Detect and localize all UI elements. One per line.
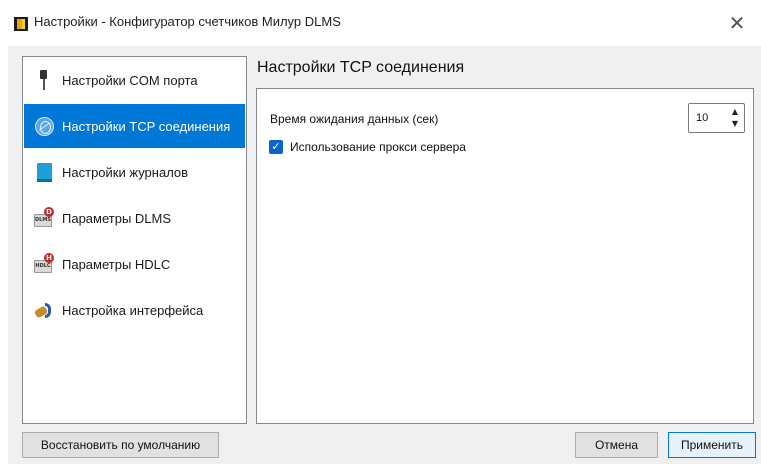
- sidebar-item-hdlc[interactable]: HDLC H Параметры HDLC: [24, 242, 245, 286]
- spin-down-arrow-icon[interactable]: ▼: [728, 118, 742, 130]
- settings-panel: Настройки TCP соединения Время ожидания …: [254, 56, 756, 424]
- usb-plug-icon: [34, 69, 54, 91]
- dlms-badge-icon: DLMS D: [34, 207, 54, 229]
- close-button[interactable]: ✕: [722, 9, 752, 37]
- paint-brush-icon: [33, 299, 54, 321]
- app-logo-icon: [14, 17, 28, 31]
- sidebar-item-label: Настройка интерфейса: [62, 302, 204, 318]
- sidebar-item-label: Настройки COM порта: [62, 72, 198, 88]
- timeout-value[interactable]: 10: [696, 112, 708, 124]
- proxy-checkbox[interactable]: ✓: [269, 140, 283, 154]
- timeout-label: Время ожидания данных (сек): [270, 112, 439, 126]
- sidebar-item-dlms[interactable]: DLMS D Параметры DLMS: [24, 196, 245, 240]
- settings-category-list: Настройки COM порта Настройки TCP соедин…: [22, 56, 247, 424]
- title-bar: Настройки - Конфигуратор счетчиков Милур…: [0, 0, 761, 46]
- sidebar-item-label: Параметры DLMS: [62, 210, 172, 226]
- restore-defaults-button[interactable]: Восстановить по умолчанию: [22, 432, 219, 458]
- spin-up-arrow-icon[interactable]: ▲: [728, 106, 742, 118]
- apply-button[interactable]: Применить: [668, 432, 756, 458]
- timeout-spinbox[interactable]: 10 ▲ ▼: [688, 103, 745, 133]
- proxy-option: ✓ Использование прокси сервера: [269, 140, 466, 154]
- proxy-label[interactable]: Использование прокси сервера: [290, 140, 466, 154]
- sidebar-item-label: Настройки TCP соединения: [62, 118, 231, 134]
- sidebar-item-tcp-connection[interactable]: Настройки TCP соединения: [24, 104, 245, 148]
- sidebar-item-journals[interactable]: Настройки журналов: [24, 150, 245, 194]
- journal-book-icon: [34, 161, 54, 183]
- settings-content: Время ожидания данных (сек) 10 ▲ ▼ ✓ Исп…: [256, 88, 754, 424]
- sidebar-item-label: Настройки журналов: [62, 164, 189, 180]
- sidebar-item-com-port[interactable]: Настройки COM порта: [24, 58, 245, 102]
- cancel-button[interactable]: Отмена: [575, 432, 658, 458]
- dialog-body: Настройки COM порта Настройки TCP соедин…: [8, 46, 761, 464]
- window-title: Настройки - Конфигуратор счетчиков Милур…: [34, 14, 341, 29]
- globe-network-icon: [34, 115, 54, 137]
- hdlc-badge-icon: HDLC H: [34, 253, 54, 275]
- panel-title: Настройки TCP соединения: [257, 59, 465, 76]
- sidebar-item-interface[interactable]: Настройка интерфейса: [24, 288, 245, 332]
- sidebar-item-label: Параметры HDLC: [62, 256, 171, 272]
